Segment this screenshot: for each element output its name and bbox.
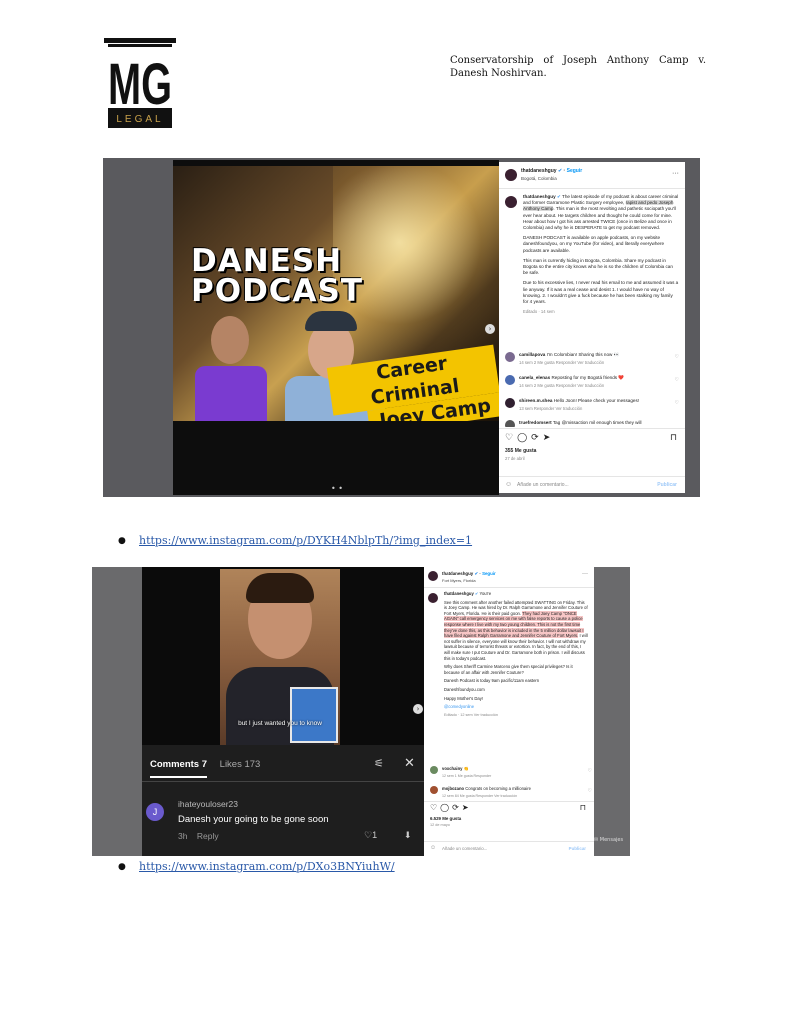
dislike-icon[interactable]: ⬇	[404, 830, 412, 841]
username[interactable]: thatdaneshguy	[442, 571, 473, 576]
emoji-icon[interactable]: ☺	[430, 845, 436, 851]
username[interactable]: thatdaneshguy	[521, 168, 557, 174]
comments-panel: Comments 7 Likes 173 ⚟ ✕ J ihateyouloser…	[142, 745, 424, 856]
post-date: 12 de mayo	[430, 823, 450, 827]
location[interactable]: Fort Myers, Florida	[442, 578, 476, 583]
more-options-icon[interactable]: ···	[582, 571, 588, 577]
instagram-link-2[interactable]: https://www.instagram.com/p/DXo3BNYiuhW/	[139, 860, 395, 873]
tab-comments[interactable]: Comments 7	[150, 759, 208, 778]
publish-button[interactable]: Publicar	[569, 846, 586, 851]
share-icon[interactable]: ⟳	[452, 803, 462, 812]
instagram-screenshot-2: but I just wanted you to know › Comments…	[92, 567, 630, 856]
add-comment-input[interactable]: Añade un comentario...	[442, 846, 487, 851]
podcast-title: DANESH PODCAST	[191, 243, 364, 309]
podcast-thumbnail: DANESH PODCAST Career Criminal Joey Camp	[173, 166, 499, 421]
post-caption: thatdaneshguy ✔ You're See this comment …	[444, 591, 588, 717]
like-count[interactable]: 6.529 Me gusta	[430, 816, 461, 821]
case-line-1: Conservatorship of Joseph Anthony Camp v…	[450, 55, 706, 66]
filter-icon[interactable]: ⚟	[374, 757, 384, 770]
publish-button[interactable]: Publicar	[657, 482, 677, 488]
carousel-dots: • •	[331, 484, 343, 493]
add-comment-bar: ☺ Añade un comentario... Publicar	[424, 841, 594, 856]
caption-avatar[interactable]	[505, 196, 517, 208]
video-subtitle: but I just wanted you to know	[238, 720, 322, 727]
messages-button[interactable]: ✉ Mensajes	[594, 837, 623, 843]
bullet: ●	[118, 536, 126, 546]
bookmark-icon[interactable]: ⊓	[670, 432, 677, 443]
next-arrow-icon[interactable]: ›	[485, 324, 495, 334]
logo-sub: LEGAL	[116, 114, 163, 125]
bookmark-icon[interactable]: ⊓	[580, 803, 586, 812]
instagram-link-1[interactable]: https://www.instagram.com/p/DYKH4NblpTh/…	[139, 534, 472, 547]
commenter-username[interactable]: ihateyouloser23	[178, 799, 238, 809]
mg-legal-logo: MG LEGAL	[104, 38, 176, 128]
comment-icon[interactable]: ◯	[440, 803, 452, 812]
comment-icon[interactable]: ◯	[517, 432, 531, 442]
host-figure	[195, 366, 267, 421]
reply-button[interactable]: Reply	[197, 831, 219, 841]
comment-item: truefredomsert Tag @missaction mil enoug…	[505, 420, 681, 427]
avatar[interactable]	[505, 169, 517, 181]
tab-likes[interactable]: Likes 173	[220, 759, 261, 770]
instagram-post-panel: thatdaneshguy ✔ · Seguir Fort Myers, Flo…	[424, 567, 594, 856]
like-count[interactable]: 355 Me gusta	[505, 448, 536, 454]
instagram-screenshot-1: DANESH PODCAST Career Criminal Joey Camp…	[103, 158, 700, 497]
send-icon[interactable]: ➤	[462, 803, 472, 812]
next-arrow-icon[interactable]: ›	[413, 704, 423, 714]
case-caption: Conservatorship of Joseph Anthony Camp v…	[450, 54, 706, 80]
like-comment-icon[interactable]: ♡	[675, 377, 679, 383]
comment-text: Danesh your going to be gone soon	[178, 814, 329, 825]
follow-button[interactable]: Seguir	[567, 168, 583, 174]
verified-icon: ✔	[557, 168, 563, 174]
share-icon[interactable]: ⟳	[531, 432, 543, 442]
comment-time: 3h	[178, 831, 188, 841]
post-header: thatdaneshguy ✔ · Seguir Bogotá, Colombi…	[499, 162, 685, 189]
video-frame: but I just wanted you to know	[220, 569, 340, 745]
location[interactable]: Bogotá, Colombia	[521, 176, 557, 181]
instagram-post-panel: thatdaneshguy ✔ · Seguir Bogotá, Colombi…	[499, 162, 685, 493]
add-comment-bar: ☺ Añade un comentario... Publicar	[499, 476, 685, 493]
add-comment-input[interactable]: Añade un comentario...	[517, 482, 569, 488]
avatar[interactable]	[428, 571, 438, 581]
more-options-icon[interactable]: ···	[672, 170, 679, 177]
emoji-icon[interactable]: ☺	[505, 481, 512, 488]
case-line-2: Danesh Noshirvan.	[450, 68, 547, 79]
follow-button[interactable]: Seguir	[482, 571, 496, 576]
heart-icon[interactable]: ♡	[505, 432, 517, 442]
close-icon[interactable]: ✕	[404, 755, 415, 771]
send-icon[interactable]: ➤	[543, 432, 555, 442]
bullet: ●	[118, 862, 126, 872]
like-comment-icon[interactable]: ♡	[675, 400, 679, 406]
like-comment-icon[interactable]: ♡	[675, 354, 679, 360]
post-caption: thatdaneshguy ✔ The latest episode of my…	[523, 194, 679, 315]
comment-like[interactable]: ♡1	[364, 830, 377, 841]
logo-letters: MG	[108, 52, 172, 117]
commenter-avatar[interactable]: J	[146, 803, 164, 821]
heart-icon[interactable]: ♡	[430, 803, 440, 812]
post-date: 27 de abril	[505, 456, 525, 461]
post-actions: ♡◯⟳➤	[505, 432, 554, 443]
